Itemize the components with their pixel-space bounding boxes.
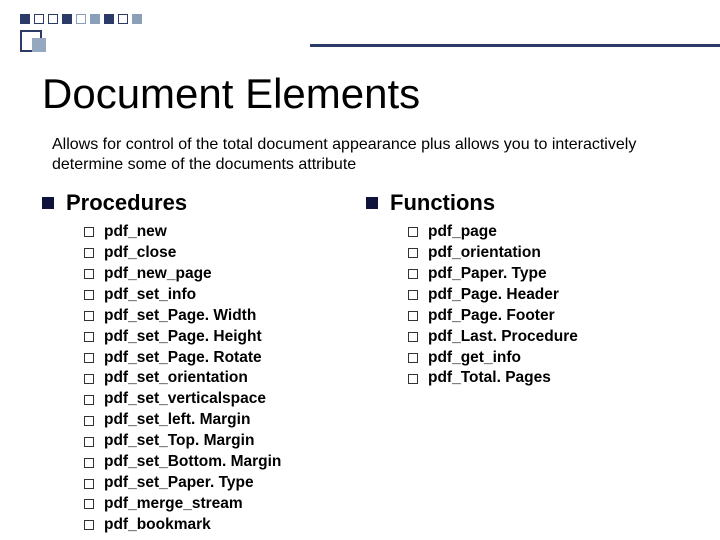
hollow-square-icon — [84, 227, 94, 237]
list-item-label: pdf_set_Page. Height — [104, 327, 262, 348]
list-item: pdf_new_page — [84, 264, 360, 285]
hollow-square-icon — [408, 311, 418, 321]
hollow-square-icon — [84, 499, 94, 509]
deco-sq — [34, 14, 44, 24]
list-item: pdf_Total. Pages — [408, 368, 684, 389]
hollow-square-icon — [84, 479, 94, 489]
hollow-square-icon — [84, 248, 94, 258]
list-item-label: pdf_new_page — [104, 264, 212, 285]
hollow-square-icon — [84, 269, 94, 279]
list-item: pdf_Page. Footer — [408, 306, 684, 327]
hollow-square-icon — [84, 290, 94, 300]
list-item: pdf_set_Paper. Type — [84, 473, 360, 494]
list-item-label: pdf_Last. Procedure — [428, 327, 578, 348]
header-decoration — [0, 0, 720, 60]
hollow-square-icon — [84, 520, 94, 530]
list-item-label: pdf_set_Page. Width — [104, 306, 256, 327]
list-item: pdf_Page. Header — [408, 285, 684, 306]
list-item: pdf_bookmark — [84, 515, 360, 536]
hollow-square-icon — [84, 353, 94, 363]
list-item-label: pdf_set_Bottom. Margin — [104, 452, 281, 473]
list-item: pdf_get_info — [408, 348, 684, 369]
deco-sq — [48, 14, 58, 24]
list-item-label: pdf_get_info — [428, 348, 521, 369]
content-columns: Procedures pdf_newpdf_closepdf_new_pagep… — [36, 190, 684, 536]
deco-big-fill — [32, 38, 46, 52]
list-item: pdf_Paper. Type — [408, 264, 684, 285]
list-item-label: pdf_set_Top. Margin — [104, 431, 254, 452]
list-item: pdf_close — [84, 243, 360, 264]
list-item: pdf_Last. Procedure — [408, 327, 684, 348]
list-item: pdf_set_Bottom. Margin — [84, 452, 360, 473]
square-bullet-icon — [366, 197, 378, 209]
procedures-column: Procedures pdf_newpdf_closepdf_new_pagep… — [36, 190, 360, 536]
hollow-square-icon — [408, 248, 418, 258]
list-item: pdf_orientation — [408, 243, 684, 264]
hollow-square-icon — [408, 227, 418, 237]
deco-sq — [132, 14, 142, 24]
list-item: pdf_set_Page. Rotate — [84, 348, 360, 369]
hollow-square-icon — [408, 269, 418, 279]
list-item: pdf_set_info — [84, 285, 360, 306]
deco-sq — [20, 14, 30, 24]
list-item-label: pdf_set_left. Margin — [104, 410, 250, 431]
list-item: pdf_set_left. Margin — [84, 410, 360, 431]
list-item-label: pdf_merge_stream — [104, 494, 243, 515]
functions-heading-row: Functions — [360, 190, 684, 216]
hollow-square-icon — [84, 332, 94, 342]
hollow-square-icon — [84, 437, 94, 447]
square-bullet-icon — [42, 197, 54, 209]
list-item: pdf_set_verticalspace — [84, 389, 360, 410]
list-item: pdf_merge_stream — [84, 494, 360, 515]
list-item: pdf_new — [84, 222, 360, 243]
deco-title-rule — [310, 44, 720, 47]
list-item-label: pdf_set_info — [104, 285, 196, 306]
list-item: pdf_set_Top. Margin — [84, 431, 360, 452]
list-item-label: pdf_set_Paper. Type — [104, 473, 254, 494]
list-item-label: pdf_Total. Pages — [428, 368, 551, 389]
deco-sq — [118, 14, 128, 24]
list-item-label: pdf_set_Page. Rotate — [104, 348, 262, 369]
slide-title: Document Elements — [42, 70, 420, 118]
hollow-square-icon — [408, 374, 418, 384]
functions-list: pdf_pagepdf_orientationpdf_Paper. Typepd… — [408, 222, 684, 389]
procedures-heading-row: Procedures — [36, 190, 360, 216]
list-item-label: pdf_Paper. Type — [428, 264, 547, 285]
list-item-label: pdf_set_orientation — [104, 368, 248, 389]
functions-heading: Functions — [390, 190, 495, 216]
list-item: pdf_page — [408, 222, 684, 243]
list-item-label: pdf_bookmark — [104, 515, 211, 536]
list-item: pdf_set_Page. Height — [84, 327, 360, 348]
deco-sq — [62, 14, 72, 24]
list-item: pdf_set_orientation — [84, 368, 360, 389]
list-item-label: pdf_page — [428, 222, 497, 243]
deco-sq — [90, 14, 100, 24]
hollow-square-icon — [408, 290, 418, 300]
hollow-square-icon — [84, 311, 94, 321]
deco-sq — [104, 14, 114, 24]
hollow-square-icon — [84, 395, 94, 405]
slide-subtitle: Allows for control of the total document… — [52, 135, 680, 175]
hollow-square-icon — [84, 374, 94, 384]
list-item-label: pdf_Page. Header — [428, 285, 559, 306]
hollow-square-icon — [408, 332, 418, 342]
list-item-label: pdf_new — [104, 222, 167, 243]
hollow-square-icon — [408, 353, 418, 363]
hollow-square-icon — [84, 458, 94, 468]
functions-column: Functions pdf_pagepdf_orientationpdf_Pap… — [360, 190, 684, 536]
list-item: pdf_set_Page. Width — [84, 306, 360, 327]
list-item-label: pdf_set_verticalspace — [104, 389, 266, 410]
procedures-heading: Procedures — [66, 190, 187, 216]
list-item-label: pdf_close — [104, 243, 176, 264]
deco-sq — [76, 14, 86, 24]
slide: Document Elements Allows for control of … — [0, 0, 720, 540]
hollow-square-icon — [84, 416, 94, 426]
list-item-label: pdf_orientation — [428, 243, 541, 264]
deco-square-row — [20, 14, 142, 24]
list-item-label: pdf_Page. Footer — [428, 306, 555, 327]
procedures-list: pdf_newpdf_closepdf_new_pagepdf_set_info… — [84, 222, 360, 536]
